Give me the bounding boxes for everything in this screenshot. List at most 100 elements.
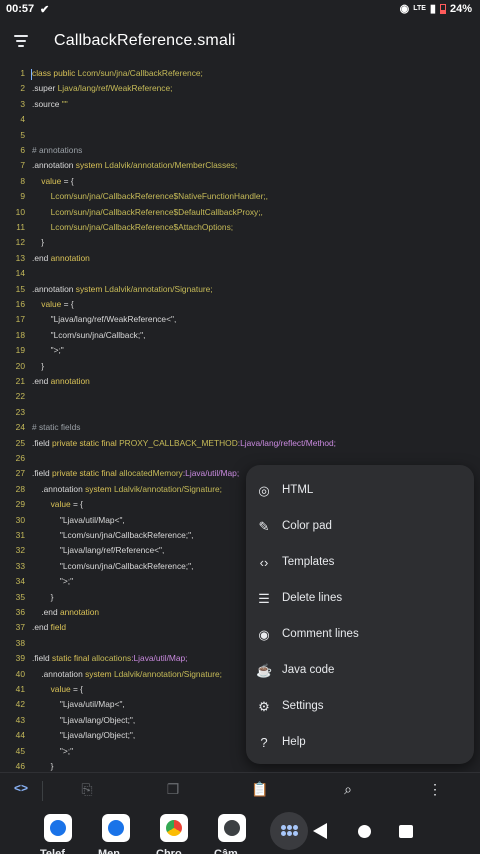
code-text: .end annotation xyxy=(32,607,100,617)
code-text: class public Lcom/sun/jna/CallbackRefere… xyxy=(32,68,203,78)
help-icon: ? xyxy=(260,735,268,750)
code-text: # annotations xyxy=(32,145,83,155)
line-number: 20 xyxy=(15,360,25,371)
file-title: CallbackReference.smali xyxy=(54,32,236,49)
code-text: Lcom/sun/jna/CallbackReference$NativeFun… xyxy=(32,191,269,202)
menu-item-templates[interactable]: ‹› Templates xyxy=(246,545,474,581)
menu-item-comment-lines[interactable]: ◉ Comment lines xyxy=(246,617,474,653)
code-line[interactable]: 16 value = { xyxy=(0,299,480,314)
status-right: ◉ LTE ▮ 24% xyxy=(399,2,472,16)
line-number: 15 xyxy=(15,283,25,294)
line-number: 37 xyxy=(15,622,25,633)
code-line[interactable]: 3 .source "" xyxy=(0,99,480,114)
code-line[interactable]: 9 Lcom/sun/jna/CallbackReference$NativeF… xyxy=(0,191,480,206)
line-number: 21 xyxy=(15,376,25,386)
code-text: value = { xyxy=(32,499,83,510)
code-line[interactable]: 13 .end annotation xyxy=(0,253,480,268)
code-line[interactable]: 18 "Lcom/sun/jna/Callback;", xyxy=(0,330,480,345)
code-text: .annotation system Ldalvik/annotation/Si… xyxy=(32,668,222,679)
code-text: "Ljava/lang/ref/WeakReference<", xyxy=(32,314,177,325)
java-icon: ☕ xyxy=(256,663,273,678)
code-line[interactable]: 7 .annotation system Ldalvik/annotation/M… xyxy=(0,160,480,175)
line-number: 42 xyxy=(15,699,25,710)
code-text: value = { xyxy=(32,299,74,309)
clipboard-icon[interactable]: 📋 xyxy=(249,781,271,801)
eye-status-icon: ◉ xyxy=(399,3,410,15)
back-button[interactable] xyxy=(313,823,327,839)
messages-app-icon[interactable] xyxy=(102,814,130,842)
code-line[interactable]: 20 } xyxy=(0,361,480,376)
line-number: 7 xyxy=(20,160,25,171)
code-text: .end field xyxy=(32,622,67,633)
code-line[interactable]: 12 } xyxy=(0,237,480,252)
line-number: 45 xyxy=(15,745,25,756)
dock-app-label: Telef xyxy=(40,848,65,854)
code-line[interactable]: 21 .end annotation xyxy=(0,376,480,391)
code-line[interactable]: 2 .super Ljava/lang/ref/WeakReference; xyxy=(0,83,480,98)
line-number: 32 xyxy=(15,545,25,556)
code-line[interactable]: 4 xyxy=(0,114,480,129)
code-text: Lcom/sun/jna/CallbackReference$DefaultCa… xyxy=(32,206,263,217)
home-button[interactable] xyxy=(358,825,371,838)
code-line[interactable]: 23 xyxy=(0,407,480,422)
code-line[interactable]: 5 xyxy=(0,130,480,145)
code-line[interactable]: 24 # static fields xyxy=(0,422,480,437)
line-number: 28 xyxy=(15,483,25,494)
menu-item-html[interactable]: ◎ HTML xyxy=(246,473,474,509)
code-line[interactable]: 6 # annotations xyxy=(0,145,480,160)
menu-item-color-pad[interactable]: ✎ Color pad xyxy=(246,509,474,545)
code-line[interactable]: 14 xyxy=(0,268,480,283)
search-icon[interactable]: ⌕ xyxy=(337,781,359,801)
line-number: 40 xyxy=(15,668,25,679)
code-line[interactable]: 8 value = { xyxy=(0,176,480,191)
filter-menu-icon[interactable] xyxy=(14,35,28,47)
color-picker-icon: ✎ xyxy=(258,519,270,534)
menu-item-settings[interactable]: ⚙ Settings xyxy=(246,689,474,725)
copy-icon[interactable]: ❐ xyxy=(162,781,184,801)
code-text: .end annotation xyxy=(32,376,90,386)
line-number: 26 xyxy=(15,453,25,463)
line-number: 33 xyxy=(15,560,25,571)
more-vert-icon[interactable]: ⋮ xyxy=(424,781,446,801)
menu-item-java-code[interactable]: ☕ Java code xyxy=(246,653,474,689)
code-brackets-icon: ‹› xyxy=(259,555,269,570)
code-text: .annotation system Ldalvik/annotation/Me… xyxy=(32,160,238,171)
code-text: .annotation system Ldalvik/annotation/Si… xyxy=(32,283,213,294)
line-number: 30 xyxy=(15,514,25,525)
code-line[interactable]: 10 Lcom/sun/jna/CallbackReference$Defaul… xyxy=(0,207,480,222)
code-text: } xyxy=(32,360,45,371)
battery-percent: 24% xyxy=(449,2,472,15)
save-icon[interactable]: ⎘ xyxy=(76,781,98,801)
line-number: 1 xyxy=(20,68,25,78)
camera-app-icon[interactable] xyxy=(218,814,246,842)
code-line[interactable]: 17 "Ljava/lang/ref/WeakReference<", xyxy=(0,314,480,329)
code-line[interactable]: 19 ">;" xyxy=(0,345,480,360)
line-number: 39 xyxy=(15,653,25,664)
line-number: 29 xyxy=(15,499,25,510)
line-number: 6 xyxy=(20,145,25,155)
recents-button[interactable] xyxy=(399,825,413,838)
chrome-app-icon[interactable] xyxy=(160,814,188,842)
code-text: "Lcom/sun/jna/Callback;", xyxy=(32,329,146,340)
phone-app-icon[interactable] xyxy=(44,814,72,842)
code-line[interactable]: 22 xyxy=(0,391,480,406)
line-number: 43 xyxy=(15,714,25,725)
eye-icon: ◉ xyxy=(258,627,270,642)
code-view-icon[interactable]: <> xyxy=(10,781,32,801)
line-number: 23 xyxy=(15,406,25,417)
code-line[interactable]: 11 Lcom/sun/jna/CallbackReference$Attach… xyxy=(0,222,480,237)
code-text: "Lcom/sun/jna/CallbackReference;", xyxy=(32,560,194,571)
app-drawer-button[interactable] xyxy=(270,812,308,850)
code-text: "Ljava/util/Map<", xyxy=(32,514,125,525)
bottom-toolbar: <> ⎘ ❐ 📋 ⌕ ⋮ xyxy=(0,772,480,808)
code-line[interactable]: 1 class public Lcom/sun/jna/CallbackRefer… xyxy=(0,68,480,83)
menu-item-help[interactable]: ? Help xyxy=(246,725,474,761)
line-number: 2 xyxy=(20,83,25,94)
code-line[interactable]: 25 .field private static final PROXY_CALL… xyxy=(0,438,480,453)
settings-icon: ⚙ xyxy=(258,699,270,714)
code-line[interactable]: 15 .annotation system Ldalvik/annotation/… xyxy=(0,284,480,299)
toolbar-divider xyxy=(42,781,43,801)
line-number: 44 xyxy=(15,730,25,741)
line-number: 24 xyxy=(15,422,25,433)
menu-item-delete-lines[interactable]: ☰ Delete lines xyxy=(246,581,474,617)
